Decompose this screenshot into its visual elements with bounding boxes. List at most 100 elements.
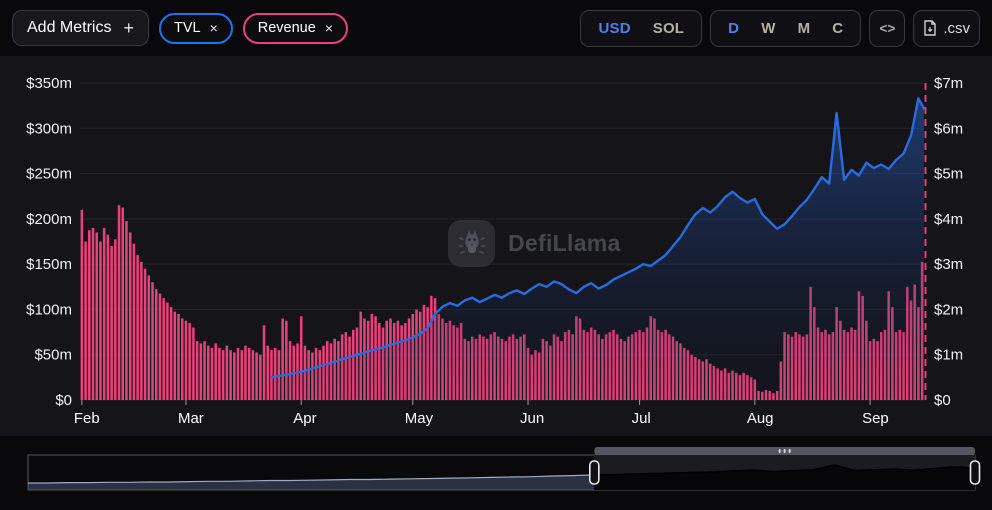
revenue-bar [151, 282, 154, 400]
defillama-chart-page: Add Metrics + TVL × Revenue × USD SOL D … [0, 0, 992, 510]
y-axis-label-left: $150m [26, 256, 72, 273]
revenue-bar [107, 235, 110, 400]
revenue-bar [159, 294, 162, 400]
interval-option-weekly[interactable]: W [750, 14, 786, 43]
csv-label: .csv [943, 20, 970, 37]
revenue-bar [218, 348, 221, 400]
revenue-bar [244, 346, 247, 400]
revenue-bar [222, 350, 225, 400]
revenue-bar [92, 228, 95, 400]
x-axis-label-month: Aug [747, 410, 774, 427]
y-axis-label-left: $200m [26, 211, 72, 228]
revenue-bar [185, 321, 188, 400]
revenue-bar [211, 348, 214, 400]
download-csv-button[interactable]: .csv [913, 10, 980, 47]
revenue-bar [99, 242, 102, 401]
file-download-icon [923, 20, 937, 36]
grip-dots-icon [789, 449, 791, 453]
y-axis-label-right: $6m [934, 120, 963, 137]
y-axis-label-left: $250m [26, 166, 72, 183]
revenue-bar [188, 323, 191, 400]
revenue-bar [81, 210, 84, 400]
y-axis-label-right: $4m [934, 211, 963, 228]
revenue-bar [118, 205, 121, 400]
add-metrics-label: Add Metrics [27, 19, 111, 37]
revenue-bar [114, 239, 117, 400]
revenue-bar [196, 341, 199, 400]
interval-option-cumulative[interactable]: C [821, 14, 854, 43]
close-icon[interactable]: × [325, 21, 333, 35]
metric-chip-revenue[interactable]: Revenue × [243, 13, 348, 44]
x-axis-label-month: Mar [178, 410, 204, 427]
tvl-area [272, 98, 925, 400]
x-axis-label-month: Jun [520, 410, 544, 427]
revenue-bar [267, 346, 270, 400]
revenue-bar [207, 346, 210, 400]
y-axis-label-right: $0 [934, 392, 951, 409]
revenue-bar [192, 328, 195, 400]
revenue-bar [125, 221, 128, 400]
revenue-bar [233, 352, 236, 400]
plus-icon: + [123, 18, 134, 39]
brush-handle-right[interactable] [971, 461, 980, 484]
x-axis-label-month: Sep [862, 410, 889, 427]
revenue-bar [248, 348, 251, 400]
revenue-bar [214, 343, 217, 400]
revenue-bar [129, 232, 132, 400]
revenue-bar [140, 262, 143, 400]
close-icon[interactable]: × [210, 21, 218, 35]
revenue-bar [133, 244, 136, 400]
revenue-bar [88, 230, 91, 400]
add-metrics-button[interactable]: Add Metrics + [12, 10, 149, 46]
currency-option-usd[interactable]: USD [587, 14, 641, 43]
brush-handle-left[interactable] [590, 461, 599, 484]
toolbar: Add Metrics + TVL × Revenue × USD SOL D … [0, 0, 992, 56]
revenue-bar [226, 346, 229, 400]
revenue-bar [174, 312, 177, 400]
grip-dots-icon [784, 449, 786, 453]
chart-panel: $0$0$50m$1m$100m$2m$150m$3m$200m$4m$250m… [0, 56, 992, 436]
revenue-bar [237, 348, 240, 400]
revenue-bar [177, 314, 180, 400]
y-axis-label-left: $300m [26, 120, 72, 137]
y-axis-label-right: $3m [934, 256, 963, 273]
revenue-bar [263, 325, 266, 400]
y-axis-label-right: $7m [934, 75, 963, 92]
main-chart[interactable]: $0$0$50m$1m$100m$2m$150m$3m$200m$4m$250m… [0, 56, 992, 436]
revenue-bar [203, 341, 206, 400]
revenue-bar [181, 318, 184, 400]
x-axis-label-month: Jul [632, 410, 651, 427]
interval-option-daily[interactable]: D [717, 14, 750, 43]
y-axis-label-right: $2m [934, 301, 963, 318]
timeline-brush[interactable] [0, 440, 992, 510]
revenue-bar [240, 350, 243, 400]
metric-chip-revenue-label: Revenue [258, 20, 316, 36]
embed-button[interactable]: <> [869, 10, 905, 47]
x-axis-label-month: May [405, 410, 434, 427]
interval-option-monthly[interactable]: M [787, 14, 822, 43]
metric-chip-tvl[interactable]: TVL × [159, 13, 233, 44]
revenue-bar [95, 232, 98, 400]
revenue-bar [259, 355, 262, 400]
revenue-bar [200, 343, 203, 400]
revenue-bar [121, 208, 124, 400]
revenue-bar [148, 275, 151, 400]
grip-dots-icon [779, 449, 781, 453]
revenue-bar [136, 255, 139, 400]
x-axis-label-month: Apr [293, 410, 316, 427]
y-axis-label-left: $50m [34, 347, 72, 364]
chart-options: USD SOL D W M C <> .csv [580, 10, 980, 47]
revenue-bar [155, 289, 158, 400]
metric-chip-tvl-label: TVL [174, 20, 201, 36]
revenue-bar [166, 303, 169, 400]
interval-toggle: D W M C [710, 10, 861, 47]
y-axis-label-left: $100m [26, 301, 72, 318]
x-axis-label-month: Feb [74, 410, 100, 427]
revenue-bar [84, 242, 87, 401]
currency-option-sol[interactable]: SOL [642, 14, 695, 43]
revenue-bar [252, 350, 255, 400]
y-axis-label-right: $5m [934, 166, 963, 183]
revenue-bar [144, 269, 147, 400]
revenue-bar [103, 228, 106, 400]
currency-toggle: USD SOL [580, 10, 702, 47]
